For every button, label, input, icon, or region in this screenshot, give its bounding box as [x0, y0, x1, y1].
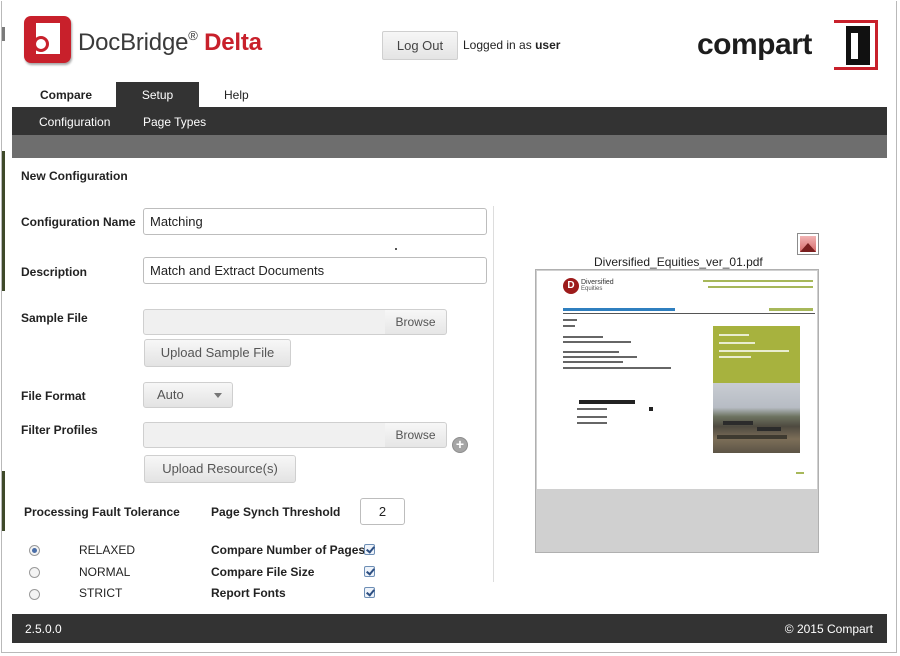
preview-file-name: Diversified_Equities_ver_01.pdf [594, 255, 763, 269]
radio-relaxed-label: RELAXED [79, 543, 136, 557]
preview-doc-logo: D [563, 278, 579, 294]
file-format-value: Auto [157, 387, 184, 402]
radio-normal[interactable] [29, 567, 40, 578]
brand-product: Delta [204, 29, 262, 56]
sample-file-label: Sample File [21, 311, 88, 325]
preview-photo [713, 383, 800, 453]
check-fonts-checkbox[interactable] [364, 587, 375, 598]
version-text: 2.5.0.0 [25, 622, 62, 636]
stray-dot [395, 248, 397, 250]
toolbar-strip [12, 135, 887, 158]
logged-in-user: user [535, 38, 561, 52]
window-edge-strip [2, 471, 5, 531]
check-pages-label: Compare Number of Pages [211, 543, 366, 557]
sub-navigation: Configuration Page Types [12, 107, 887, 135]
threshold-input[interactable]: 2 [360, 498, 405, 525]
add-icon[interactable]: + [452, 437, 468, 453]
preview-doc-name-1: Diversified [581, 279, 614, 286]
compart-logo-icon [834, 20, 878, 70]
config-name-input[interactable]: Matching [143, 208, 487, 235]
preview-green-panel [713, 326, 800, 383]
tab-help[interactable]: Help [224, 82, 249, 108]
fault-tolerance-label: Processing Fault Tolerance [24, 505, 180, 519]
app-title: DocBridge® Delta [78, 28, 262, 57]
filter-browse-button[interactable]: Browse [385, 422, 447, 448]
logged-in-prefix: Logged in as [463, 38, 532, 52]
window-edge-strip [2, 151, 5, 291]
description-label: Description [21, 265, 88, 279]
threshold-label: Page Synch Threshold [211, 505, 341, 519]
logged-in-status: Logged in as user [463, 38, 560, 52]
tab-setup[interactable]: Setup [116, 82, 199, 108]
sample-browse-button[interactable]: Browse [385, 309, 447, 335]
radio-strict[interactable] [29, 589, 40, 600]
upload-resource-button[interactable]: Upload Resource(s) [144, 455, 296, 483]
window-edge-strip [2, 27, 5, 41]
upload-sample-button[interactable]: Upload Sample File [144, 339, 291, 367]
sample-file-input[interactable] [143, 309, 386, 335]
radio-normal-label: NORMAL [79, 565, 131, 579]
preview-page: D Diversified Equities [537, 271, 817, 489]
footer: 2.5.0.0 © 2015 Compart [12, 614, 887, 643]
image-icon[interactable] [797, 233, 819, 255]
filter-profiles-label: Filter Profiles [21, 423, 98, 437]
document-preview: D Diversified Equities [535, 269, 819, 553]
column-divider [493, 206, 494, 582]
check-pages-checkbox[interactable] [364, 544, 375, 555]
check-fonts-label: Report Fonts [211, 586, 286, 600]
copyright-text: © 2015 Compart [784, 622, 873, 636]
docbridge-logo-icon [24, 16, 71, 63]
config-name-label: Configuration Name [21, 215, 136, 229]
subnav-page-types[interactable]: Page Types [143, 107, 206, 137]
tab-compare[interactable]: Compare [40, 82, 92, 108]
logout-button[interactable]: Log Out [382, 31, 458, 60]
radio-relaxed[interactable] [29, 545, 40, 556]
file-format-select[interactable]: Auto [143, 382, 233, 408]
section-title: New Configuration [21, 169, 128, 183]
filter-profiles-input[interactable] [143, 422, 386, 448]
subnav-configuration[interactable]: Configuration [39, 107, 110, 137]
company-logo-text: compart [697, 28, 812, 61]
brand-registered-mark: ® [188, 28, 198, 43]
chevron-down-icon [214, 393, 222, 398]
file-format-label: File Format [21, 389, 86, 403]
description-input[interactable]: Match and Extract Documents [143, 257, 487, 284]
check-size-checkbox[interactable] [364, 566, 375, 577]
preview-doc-name-2: Equities [581, 286, 603, 292]
radio-strict-label: STRICT [79, 586, 123, 600]
check-size-label: Compare File Size [211, 565, 315, 579]
brand-name: DocBridge [78, 29, 189, 56]
